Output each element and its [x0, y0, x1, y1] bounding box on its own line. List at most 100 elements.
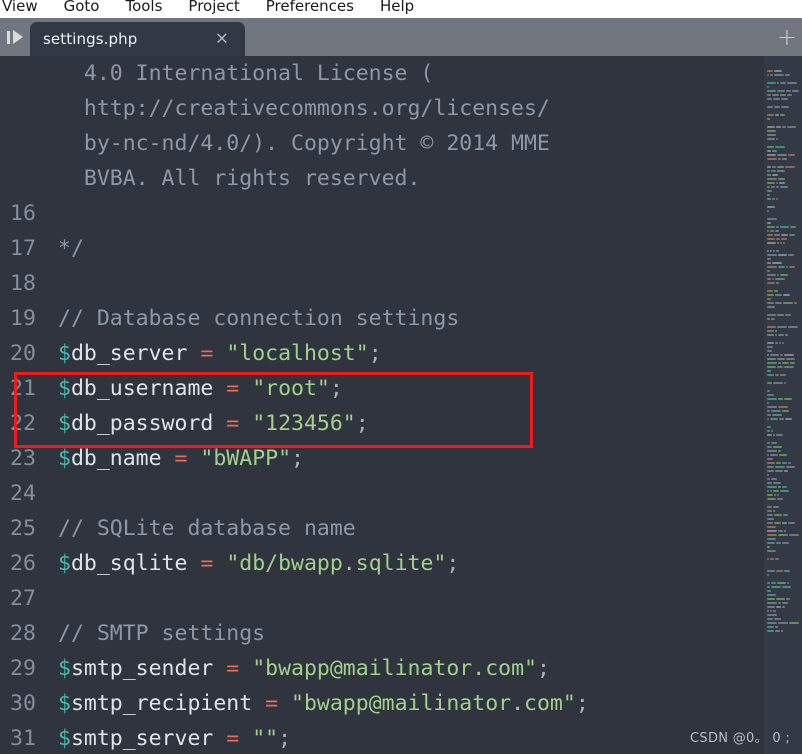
tab-bar: settings.php × + [0, 18, 802, 56]
token-punc: ; [329, 376, 343, 401]
line-number: 31 [10, 726, 36, 751]
line-source: $smtp_server = ""; [48, 726, 291, 751]
code-line[interactable]: BVBA. All rights reserved. [0, 161, 802, 196]
menu-item-tools[interactable]: Tools [112, 0, 175, 18]
token-sigil: $ [58, 691, 71, 716]
token-str: "" [252, 726, 279, 751]
token-var [239, 411, 252, 436]
line-number: 25 [10, 516, 36, 541]
close-icon[interactable]: × [215, 30, 229, 48]
token-var [213, 551, 226, 576]
code-line[interactable]: by-nc-nd/4.0/). Copyright © 2014 MME [0, 126, 802, 161]
code-line[interactable]: 19 // Database connection settings [0, 301, 802, 336]
menu-item-goto[interactable]: Goto [51, 0, 113, 18]
code-line[interactable]: 20 $db_server = "localhost"; [0, 336, 802, 371]
token-op: = [200, 341, 214, 366]
run-bar-glyph [7, 30, 10, 44]
line-number: 18 [10, 271, 36, 296]
token-str: "bWAPP" [200, 446, 292, 471]
line-number: 29 [10, 656, 36, 681]
token-comment: BVBA. All rights reserved. [58, 166, 421, 191]
code-line[interactable]: 22 $db_password = "123456"; [0, 406, 802, 441]
line-source: $db_password = "123456"; [48, 411, 369, 436]
token-var [278, 691, 291, 716]
line-number: 16 [10, 201, 36, 226]
code-line[interactable]: 4.0 International License ( [0, 56, 802, 91]
token-sigil: $ [58, 376, 71, 401]
line-number: 22 [10, 411, 36, 436]
code-editor[interactable]: 4.0 International License ( http://creat… [0, 56, 802, 754]
line-source: BVBA. All rights reserved. [48, 166, 421, 191]
token-op: = [174, 446, 188, 471]
code-line[interactable]: 23 $db_name = "bWAPP"; [0, 441, 802, 476]
code-line[interactable]: 30 $smtp_recipient = "bwapp@mailinator.co… [0, 686, 802, 721]
token-var: db_sqlite [70, 551, 201, 576]
code-lines-container: 4.0 International License ( http://creat… [0, 56, 802, 754]
line-number: 30 [10, 691, 36, 716]
code-line[interactable]: 21 $db_username = "root"; [0, 371, 802, 406]
line-source: http://creativecommons.org/licenses/ [48, 96, 550, 121]
code-line[interactable]: 16 [0, 196, 802, 231]
menu-item-project[interactable]: Project [175, 0, 252, 18]
run-play-icon[interactable] [0, 18, 30, 56]
line-source: // SMTP settings [48, 621, 265, 646]
token-op: = [226, 376, 240, 401]
token-punc: ; [368, 341, 382, 366]
tab-settings-php[interactable]: settings.php × [30, 22, 245, 56]
line-source: // SQLite database name [48, 516, 356, 541]
menu-bar: View Goto Tools Project Preferences Help [0, 0, 802, 18]
token-var [239, 656, 252, 681]
token-punc: ; [291, 446, 304, 471]
code-line[interactable]: 17 */ [0, 231, 802, 266]
menu-bar-items: View Goto Tools Project Preferences Help [0, 0, 427, 18]
token-comment: // SQLite database name [58, 516, 356, 541]
code-line[interactable]: 29 $smtp_sender = "bwapp@mailinator.com"; [0, 651, 802, 686]
line-source: $db_server = "localhost"; [48, 341, 382, 366]
run-triangle-glyph [13, 30, 23, 44]
token-sigil: $ [58, 341, 71, 366]
token-op: = [226, 726, 240, 751]
token-comment: by-nc-nd/4.0/). Copyright © 2014 MME [58, 131, 550, 156]
menu-item-preferences[interactable]: Preferences [253, 0, 367, 18]
token-str: "bwapp@mailinator.com" [291, 691, 576, 716]
token-var [187, 446, 200, 471]
new-tab-icon[interactable]: + [777, 25, 797, 49]
csdn-watermark: CSDN @0。 0 ; [690, 731, 790, 746]
line-number: 21 [10, 376, 36, 401]
token-op: = [226, 411, 240, 436]
menu-item-help[interactable]: Help [367, 0, 427, 18]
menu-item-view[interactable]: View [0, 0, 51, 18]
token-op: = [226, 656, 240, 681]
token-var: smtp_server [70, 726, 227, 751]
token-sigil: $ [58, 656, 71, 681]
token-punc: ; [575, 691, 589, 716]
code-line[interactable]: 26 $db_sqlite = "db/bwapp.sqlite"; [0, 546, 802, 581]
token-var: db_name [70, 446, 175, 471]
code-line[interactable]: 27 [0, 581, 802, 616]
token-str: "bwapp@mailinator.com" [252, 656, 537, 681]
line-number: 20 [10, 341, 36, 366]
line-source: $smtp_recipient = "bwapp@mailinator.com"… [48, 691, 589, 716]
token-var: smtp_recipient [70, 691, 266, 716]
line-number: 23 [10, 446, 36, 471]
line-number: 26 [10, 551, 36, 576]
token-op: = [265, 691, 279, 716]
token-punc: ; [536, 656, 550, 681]
code-line[interactable]: 31 $smtp_server = ""; [0, 721, 802, 754]
line-number: 24 [10, 481, 36, 506]
line-source: by-nc-nd/4.0/). Copyright © 2014 MME [48, 131, 550, 156]
token-str: "db/bwapp.sqlite" [226, 551, 447, 576]
token-sigil: $ [58, 446, 71, 471]
code-line[interactable]: 25 // SQLite database name [0, 511, 802, 546]
token-sigil: $ [58, 726, 71, 751]
vertical-scrollbar[interactable] [764, 56, 802, 754]
line-number: 19 [10, 306, 36, 331]
token-var: smtp_sender [70, 656, 227, 681]
code-line[interactable]: http://creativecommons.org/licenses/ [0, 91, 802, 126]
code-line[interactable]: 24 [0, 476, 802, 511]
code-line[interactable]: 28 // SMTP settings [0, 616, 802, 651]
token-punc: ; [278, 726, 292, 751]
token-var [239, 376, 252, 401]
token-punc: ; [355, 411, 369, 436]
code-line[interactable]: 18 [0, 266, 802, 301]
